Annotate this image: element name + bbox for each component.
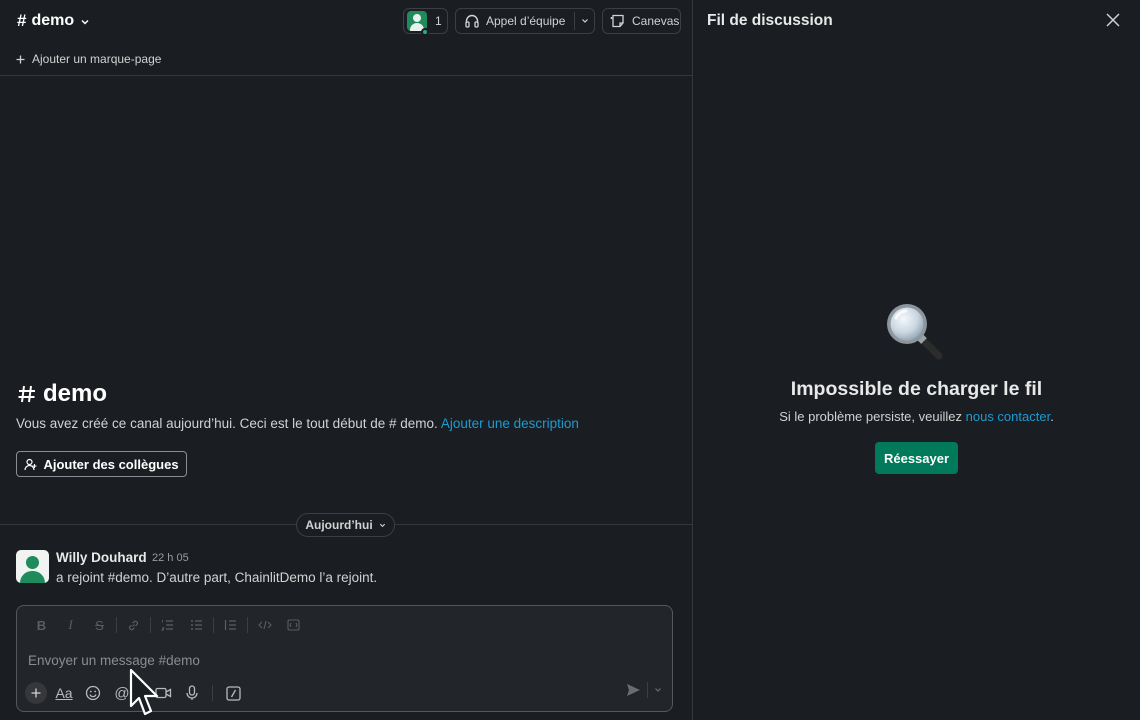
day-divider-button[interactable]: Aujourd’hui xyxy=(296,513,395,537)
plus-icon[interactable] xyxy=(25,682,47,704)
day-divider-label: Aujourd’hui xyxy=(305,518,373,532)
add-colleagues-label: Ajouter des collègues xyxy=(43,456,179,472)
bulleted-list-icon[interactable] xyxy=(182,616,211,634)
toolbar-separator xyxy=(116,617,117,633)
mouse-cursor-icon xyxy=(129,668,159,716)
message-row: Willy Douhard 22 h 05 a rejoint #demo. D… xyxy=(16,549,676,589)
message-composer: B I S Envoyer un message #demo Aa @ xyxy=(16,605,673,712)
formatting-toolbar: B I S xyxy=(27,616,308,634)
toolbar-separator xyxy=(247,617,248,633)
error-text-main: Si le problème persiste, veuillez xyxy=(779,409,962,424)
send-controls xyxy=(626,682,662,698)
channel-name-button[interactable]: # demo xyxy=(17,11,90,31)
message-timestamp[interactable]: 22 h 05 xyxy=(152,552,189,564)
member-count: 1 xyxy=(435,14,442,28)
bookmark-bar: Ajouter un marque-page xyxy=(0,42,692,76)
ordered-list-icon[interactable] xyxy=(153,616,182,634)
members-button[interactable]: 1 xyxy=(403,8,448,36)
chevron-down-icon xyxy=(81,19,89,25)
error-title: Impossible de charger le fil xyxy=(790,378,1043,400)
error-text-suffix: . xyxy=(1050,409,1054,424)
thread-title: Fil de discussion xyxy=(707,12,833,29)
canvas-label: Canevas xyxy=(632,14,680,28)
emoji-icon[interactable] xyxy=(81,682,105,704)
button-separator xyxy=(574,12,575,30)
add-bookmark-label: Ajouter un marque-page xyxy=(32,52,162,66)
retry-button[interactable]: Réessayer xyxy=(875,442,958,474)
text-format-icon[interactable]: Aa xyxy=(52,682,76,704)
online-status-icon xyxy=(421,28,429,36)
add-person-icon xyxy=(24,458,37,470)
hash-icon: # xyxy=(389,416,401,431)
magnifying-glass-icon xyxy=(887,304,943,360)
channel-header: # demo 1 Appel d’équipe Canevas xyxy=(0,0,692,42)
add-bookmark-button[interactable]: Ajouter un marque-page xyxy=(16,52,161,66)
close-icon[interactable] xyxy=(1105,12,1121,28)
chevron-down-icon xyxy=(379,523,385,527)
chevron-down-icon[interactable] xyxy=(581,17,589,25)
add-colleagues-button[interactable]: Ajouter des collègues xyxy=(16,451,187,477)
channel-name: demo xyxy=(31,12,75,29)
toolbar-separator xyxy=(213,617,214,633)
contact-us-link[interactable]: nous contacter xyxy=(966,409,1051,424)
bold-icon[interactable]: B xyxy=(27,616,56,634)
microphone-icon[interactable] xyxy=(180,682,204,704)
headphones-icon xyxy=(465,14,479,28)
hash-icon xyxy=(18,385,35,403)
canvas-button[interactable]: Canevas xyxy=(602,8,681,34)
thread-pane: Fil de discussion Impossible de charger … xyxy=(693,0,1140,720)
channel-intro-title: demo xyxy=(17,380,107,408)
blockquote-icon[interactable] xyxy=(216,616,245,634)
avatar[interactable] xyxy=(16,550,49,583)
toolbar-separator xyxy=(647,682,648,698)
strikethrough-icon[interactable]: S xyxy=(85,616,114,634)
message-author[interactable]: Willy Douhard xyxy=(56,550,147,565)
team-call-button[interactable]: Appel d’équipe xyxy=(455,8,595,34)
hash-icon: # xyxy=(17,11,27,30)
canvas-icon xyxy=(610,14,624,28)
code-icon[interactable] xyxy=(250,616,279,634)
add-description-link[interactable]: Ajouter une description xyxy=(441,416,579,431)
channel-intro-text: Vous avez créé ce canal aujourd’hui. Cec… xyxy=(16,416,579,431)
italic-icon[interactable]: I xyxy=(56,616,85,634)
message-input[interactable] xyxy=(28,650,658,670)
channel-pane: # demo 1 Appel d’équipe Canevas Ajouter … xyxy=(0,0,692,720)
chevron-down-icon[interactable] xyxy=(654,686,662,694)
toolbar-separator xyxy=(212,685,213,701)
intro-channel-name: demo. xyxy=(400,416,438,431)
send-icon[interactable] xyxy=(626,683,641,697)
code-block-icon[interactable] xyxy=(279,616,308,634)
team-call-label: Appel d’équipe xyxy=(486,14,566,28)
error-text: Si le problème persiste, veuillez nous c… xyxy=(693,409,1140,424)
intro-text-main: Vous avez créé ce canal aujourd’hui. Cec… xyxy=(16,416,386,431)
channel-intro-name: demo xyxy=(43,380,108,407)
plus-icon xyxy=(16,55,25,63)
message-text: a rejoint #demo. D’autre part, ChainlitD… xyxy=(56,570,378,585)
link-icon[interactable] xyxy=(119,616,148,634)
shortcuts-icon[interactable] xyxy=(221,682,245,704)
toolbar-separator xyxy=(150,617,151,633)
